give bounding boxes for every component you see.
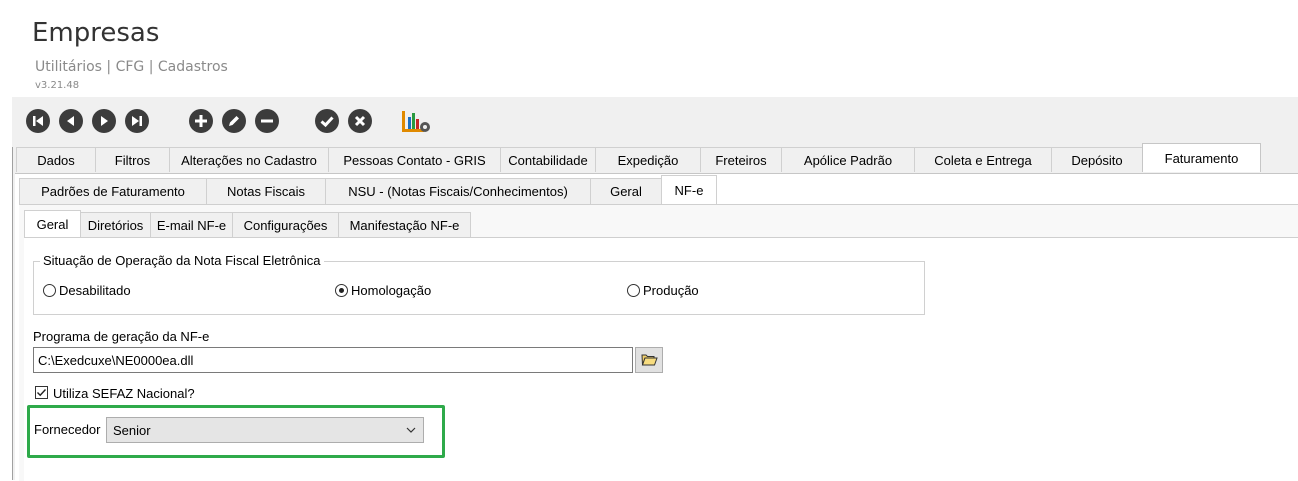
main-tab-strip: Dados Filtros Alterações no Cadastro Pes…: [16, 143, 1261, 173]
confirm-icon[interactable]: [315, 109, 339, 133]
tab-email-nfe[interactable]: E-mail NF-e: [150, 212, 233, 237]
edit-icon[interactable]: [222, 109, 246, 133]
tab-nsu[interactable]: NSU - (Notas Fiscais/Conhecimentos): [325, 178, 591, 204]
tab-contabilidade[interactable]: Contabilidade: [500, 147, 596, 172]
radio-homologacao[interactable]: Homologação: [335, 283, 431, 298]
radio-selected-icon[interactable]: [335, 284, 348, 297]
tab-nfe[interactable]: NF-e: [661, 175, 717, 204]
radio-producao[interactable]: Produção: [627, 283, 699, 298]
faturamento-tab-strip: Padrões de Faturamento Notas Fiscais NSU…: [19, 175, 717, 204]
remove-icon[interactable]: [255, 109, 279, 133]
tab-notas-fiscais[interactable]: Notas Fiscais: [206, 178, 326, 204]
tab-expedicao[interactable]: Expedição: [595, 147, 701, 172]
folder-icon: [641, 354, 658, 366]
check-icon: [37, 389, 47, 397]
app-title: Empresas: [32, 18, 160, 48]
left-border: [12, 147, 13, 480]
tab-freteiros[interactable]: Freteiros: [700, 147, 782, 172]
sefaz-checkbox[interactable]: [35, 386, 48, 399]
tab-padroes-faturamento[interactable]: Padrões de Faturamento: [19, 178, 207, 204]
report-chart-icon[interactable]: [402, 107, 432, 133]
tab-geral-faturamento[interactable]: Geral: [590, 178, 662, 204]
chevron-down-icon: [406, 427, 416, 433]
situacao-legend: Situação de Operação da Nota Fiscal Elet…: [40, 253, 324, 268]
fornecedor-select[interactable]: Senior: [106, 417, 424, 443]
situacao-groupbox: [33, 261, 925, 315]
version-label: v3.21.48: [35, 80, 80, 91]
nfe-tab-strip: Geral Diretórios E-mail NF-e Configuraçõ…: [24, 210, 471, 237]
next-record-icon[interactable]: [92, 109, 116, 133]
radio-desabilitado[interactable]: Desabilitado: [43, 283, 131, 298]
radio-producao-label: Produção: [643, 283, 699, 298]
first-record-icon[interactable]: [26, 109, 50, 133]
fornecedor-value: Senior: [113, 423, 151, 438]
radio-circle-icon[interactable]: [43, 284, 56, 297]
tab-alteracoes-cadastro[interactable]: Alterações no Cadastro: [169, 147, 329, 172]
tab-geral-nfe[interactable]: Geral: [24, 210, 81, 237]
breadcrumb: Utilitários | CFG | Cadastros: [35, 59, 228, 75]
previous-record-icon[interactable]: [59, 109, 83, 133]
programa-path-input[interactable]: [33, 347, 633, 373]
radio-desabilitado-label: Desabilitado: [59, 283, 131, 298]
tab-manifestacao-nfe[interactable]: Manifestação NF-e: [338, 212, 471, 237]
last-record-icon[interactable]: [125, 109, 149, 133]
toolbar: [12, 97, 1298, 147]
add-icon[interactable]: [189, 109, 213, 133]
tab-apolice-padrao[interactable]: Apólice Padrão: [781, 147, 915, 172]
tab-deposito[interactable]: Depósito: [1051, 147, 1143, 172]
sefaz-label: Utiliza SEFAZ Nacional?: [53, 386, 195, 401]
tab-faturamento[interactable]: Faturamento: [1142, 143, 1261, 172]
programa-label: Programa de geração da NF-e: [33, 329, 210, 344]
cancel-icon[interactable]: [348, 109, 372, 133]
tab-configuracoes[interactable]: Configurações: [232, 212, 339, 237]
tab-dados[interactable]: Dados: [16, 147, 96, 172]
tab-filtros[interactable]: Filtros: [95, 147, 170, 172]
radio-circle-icon[interactable]: [627, 284, 640, 297]
tab-diretorios[interactable]: Diretórios: [80, 212, 151, 237]
fornecedor-label: Fornecedor: [34, 422, 101, 437]
tab-coleta-entrega[interactable]: Coleta e Entrega: [914, 147, 1052, 172]
radio-homologacao-label: Homologação: [351, 283, 432, 298]
tab-pessoas-contato[interactable]: Pessoas Contato - GRIS: [328, 147, 501, 172]
open-folder-button[interactable]: [635, 347, 663, 373]
